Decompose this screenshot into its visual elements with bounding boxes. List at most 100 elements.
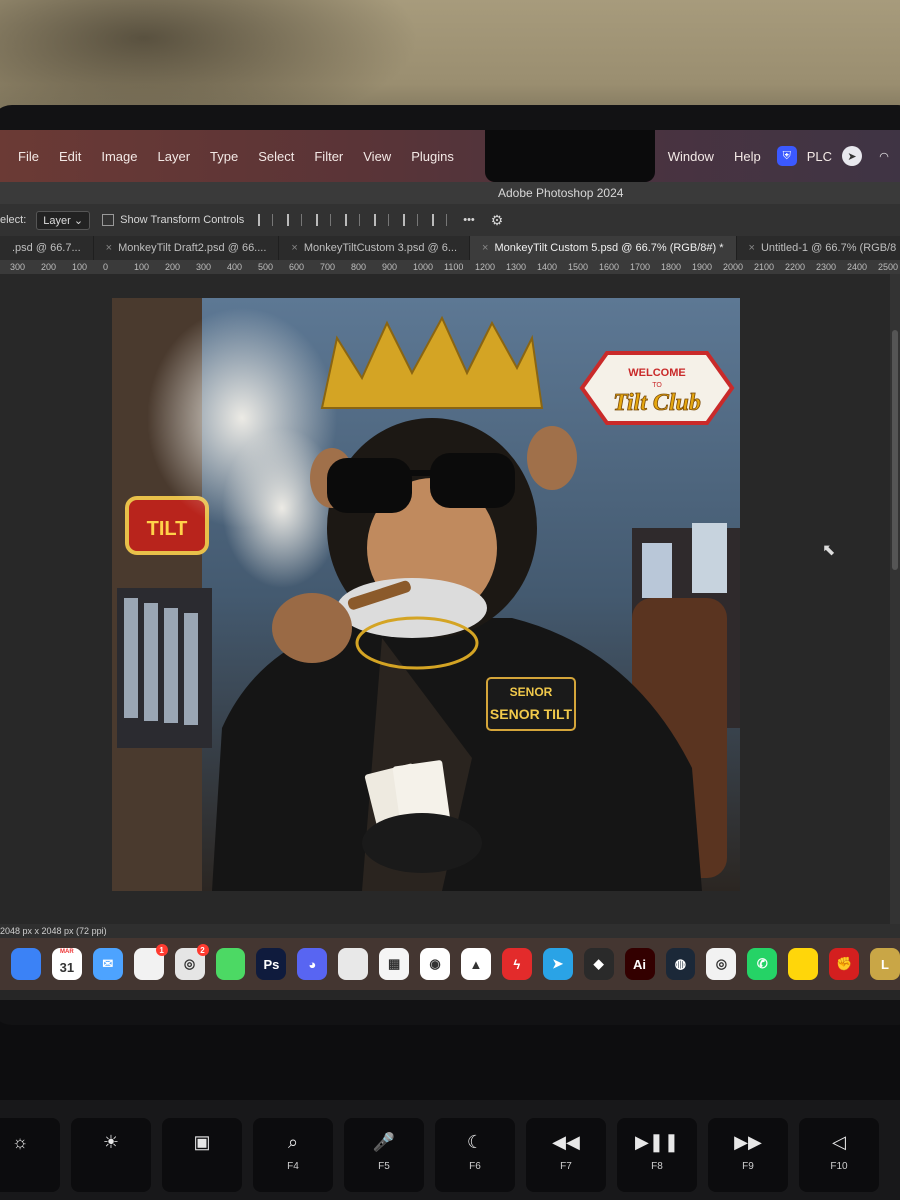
align-middle-icon[interactable] [374, 214, 390, 226]
dock-app-telegram[interactable]: ➤ [542, 948, 573, 980]
ruler-tick-label: 300 [196, 262, 212, 272]
dock-app-calendar[interactable]: MAR 31 [51, 948, 82, 980]
status-plc[interactable]: PLC [803, 149, 836, 164]
ruler-tick-label: 1900 [692, 262, 713, 272]
align-top-icon[interactable] [345, 214, 361, 226]
menu-filter[interactable]: Filter [304, 149, 353, 164]
close-icon[interactable]: × [749, 242, 755, 254]
menu-plugins[interactable]: Plugins [401, 149, 464, 164]
distribute-icon[interactable] [432, 214, 448, 226]
screen: File Edit Image Layer Type Select Filter View Pl… [0, 130, 900, 1000]
dock-app-mail[interactable]: ✉ [92, 948, 123, 980]
close-icon[interactable]: × [482, 242, 488, 254]
dock-app-steam[interactable]: ◍ [665, 948, 696, 980]
menu-window[interactable]: Window [658, 149, 724, 164]
navigation-icon[interactable]: ➤ [842, 146, 862, 166]
tab-label: MonkeyTilt Custom 5.psd @ 66.7% (RGB/8#)… [494, 242, 724, 254]
dock-app-box[interactable]: ◆ [583, 948, 614, 980]
close-icon[interactable]: × [291, 242, 297, 254]
menu-view[interactable]: View [353, 149, 401, 164]
openai-icon: ◎ [183, 956, 196, 971]
fist-icon: ✊ [835, 956, 853, 971]
tab-label: .psd @ 66.7... [12, 242, 81, 254]
document-tab[interactable]: × MonkeyTilt Custom 5.psd @ 66.7% (RGB/8#… [470, 236, 737, 260]
function-key[interactable]: 🎤 F5 [344, 1118, 424, 1192]
document-tab[interactable]: × MonkeyTilt Draft2.psd @ 66.... [94, 236, 280, 260]
horizontal-ruler: 300 200 100 0 100 200 300 400 500 600 700 800 900 100… [0, 260, 900, 274]
function-key[interactable]: ☾ F6 [435, 1118, 515, 1192]
function-key[interactable]: ▣ [162, 1118, 242, 1192]
document-tab[interactable]: .psd @ 66.7... [0, 236, 94, 260]
ruler-tick-label: 1600 [599, 262, 620, 272]
dock-app-finder[interactable] [11, 948, 41, 980]
tab-label: Untitled-1 @ 66.7% (RGB/8 [760, 242, 897, 254]
function-key[interactable]: ▶❚❚ F8 [617, 1118, 697, 1192]
menu-edit[interactable]: Edit [49, 149, 91, 164]
align-right-icon[interactable] [316, 214, 332, 226]
menu-help[interactable]: Help [724, 149, 771, 164]
ruler-tick-label: 500 [258, 262, 274, 272]
dock-app-openai[interactable]: ◎ 2 [174, 944, 209, 980]
dock-app-chrome[interactable]: ◉ [420, 948, 450, 980]
align-left-icon[interactable] [258, 214, 274, 226]
select-label: elect: [0, 214, 27, 226]
patch-line1: SENOR [510, 685, 553, 699]
dock-app-launchpad[interactable]: ▦ [379, 948, 410, 980]
document-tabs: .psd @ 66.7... × MonkeyTilt Draft2.psd @ 6… [0, 236, 900, 260]
dock-app-notes[interactable] [788, 948, 819, 980]
ruler-tick-label: 300 [10, 262, 26, 272]
function-key-icon: ◁ [832, 1132, 846, 1152]
dock-app-photoshop[interactable]: Ps [256, 948, 287, 980]
shield-icon[interactable]: ⛨ [776, 146, 797, 166]
options-bar: elect: Layer ⌄ Show Transform Controls •… [0, 204, 900, 236]
document-tab[interactable]: × Untitled-1 @ 66.7% (RGB/8 [737, 236, 900, 260]
canvas-artwork[interactable]: TILT WELCOME TO Tilt Club SENOR SENOR TI… [112, 298, 740, 891]
ruler-tick-label: 1800 [661, 262, 682, 272]
menu-image[interactable]: Image [91, 149, 147, 164]
tab-label: MonkeyTiltCustom 3.psd @ 6... [303, 242, 458, 254]
align-center-icon[interactable] [287, 214, 303, 226]
scrollbar-thumb[interactable] [892, 330, 898, 570]
function-key[interactable]: ☼ [0, 1118, 60, 1192]
dock-app-fist[interactable]: ✊ [829, 948, 860, 980]
auto-select-dropdown[interactable]: Layer ⌄ [36, 210, 91, 230]
launchpad-icon: ▦ [387, 956, 401, 971]
dock-app-discord[interactable]: ◕ [297, 948, 328, 980]
ruler-tick-label: 2000 [723, 262, 744, 272]
ruler-tick-label: 1300 [506, 262, 527, 272]
menu-file[interactable]: File [0, 149, 49, 164]
function-key[interactable]: ▶▶ F9 [708, 1118, 788, 1192]
dock-app-nordvpn[interactable]: ▲ [460, 948, 491, 980]
dock-app-messages[interactable] [215, 948, 246, 980]
left-sign-text: TILT [147, 518, 188, 540]
function-key-label: F7 [560, 1161, 572, 1172]
transform-controls-checkbox[interactable] [102, 214, 115, 226]
gear-icon[interactable]: ⚙ [491, 212, 504, 229]
dock-app-chatgpt[interactable]: ◎ [706, 948, 737, 980]
align-bottom-icon[interactable] [403, 214, 419, 226]
notification-badge: 2 [196, 944, 209, 956]
illustrator-icon: Ai [633, 956, 647, 972]
close-icon[interactable]: × [106, 242, 112, 254]
function-key[interactable]: ☀ [71, 1118, 151, 1192]
document-tab[interactable]: × MonkeyTiltCustom 3.psd @ 6... [279, 236, 471, 260]
function-key[interactable]: ◀◀ F7 [526, 1118, 606, 1192]
chrome-icon: ◉ [429, 956, 441, 971]
menu-type[interactable]: Type [200, 149, 248, 164]
menu-layer[interactable]: Layer [148, 149, 201, 164]
dock-app-bolt[interactable]: ϟ [501, 948, 532, 980]
wifi-icon[interactable]: ◠ [874, 146, 894, 166]
function-key-icon: ☼ [11, 1132, 29, 1152]
function-key-label: F8 [651, 1161, 663, 1172]
dock-app-whatsapp[interactable]: ✆ [747, 948, 778, 980]
ruler-tick-label: 100 [72, 262, 88, 272]
dock-app-preview[interactable] [338, 948, 369, 980]
more-options-button[interactable]: ••• [463, 214, 475, 226]
menu-select[interactable]: Select [248, 149, 304, 164]
function-key[interactable]: ⌕ F4 [253, 1118, 333, 1192]
function-key[interactable]: ◁ F10 [799, 1118, 879, 1192]
dock-app-reminders[interactable]: 1 [133, 944, 168, 980]
dock-app-league[interactable]: L [870, 948, 900, 980]
dock-app-illustrator[interactable]: Ai [624, 948, 655, 980]
function-key-label: F5 [378, 1161, 390, 1172]
